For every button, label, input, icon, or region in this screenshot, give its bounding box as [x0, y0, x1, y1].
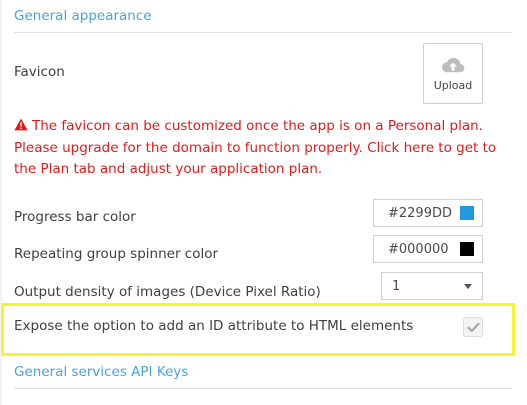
progress-bar-color-swatch[interactable] — [460, 206, 474, 220]
plan-warning[interactable]: The favicon can be customized once the a… — [14, 116, 512, 181]
output-density-select[interactable]: 1 — [381, 272, 483, 300]
output-density-value: 1 — [392, 278, 401, 294]
section-divider — [14, 388, 512, 389]
spinner-color-swatch[interactable] — [460, 242, 474, 256]
spinner-color-value: #000000 — [388, 241, 449, 257]
plan-warning-text: The favicon can be customized once the a… — [14, 118, 497, 177]
cloud-upload-icon — [441, 57, 465, 72]
checkmark-icon — [466, 322, 480, 332]
favicon-label: Favicon — [14, 64, 65, 80]
progress-bar-color-value: #2299DD — [388, 205, 452, 221]
progress-bar-color-label: Progress bar color — [14, 209, 136, 225]
section-header-general-appearance: General appearance — [14, 8, 152, 24]
output-density-label: Output density of images (Device Pixel R… — [14, 284, 321, 300]
spinner-color-label: Repeating group spinner color — [14, 246, 219, 262]
spinner-color-input[interactable]: #000000 — [373, 235, 483, 263]
section-divider — [14, 32, 512, 33]
settings-page: General appearance Favicon Upload The fa… — [0, 0, 527, 405]
warning-icon — [14, 118, 28, 131]
section-header-api-keys[interactable]: General services API Keys — [14, 364, 188, 380]
expose-id-label: Expose the option to add an ID attribute… — [14, 318, 414, 334]
favicon-upload-button[interactable]: Upload — [423, 43, 483, 104]
progress-bar-color-input[interactable]: #2299DD — [373, 199, 483, 227]
upload-button-label: Upload — [433, 78, 473, 92]
expose-id-checkbox[interactable] — [463, 317, 483, 337]
chevron-down-icon — [464, 283, 472, 289]
